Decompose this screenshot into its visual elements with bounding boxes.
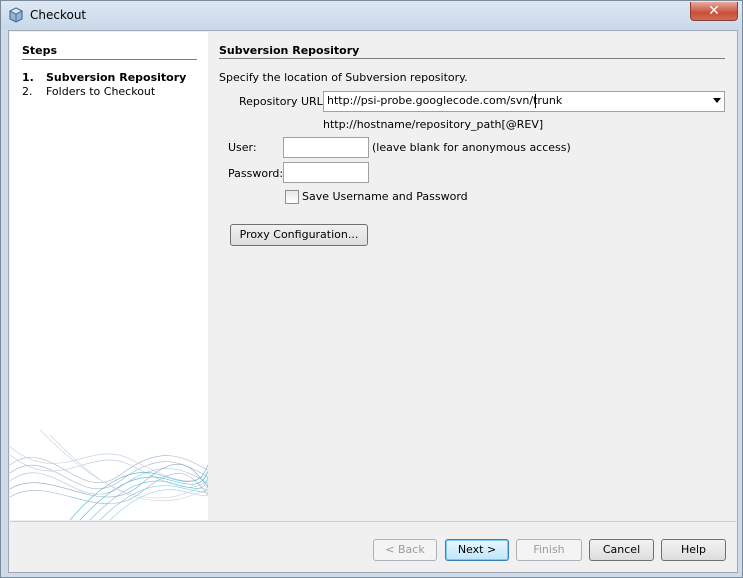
dialog-content: Steps 1. Subversion Repository 2. Folders … (8, 30, 738, 573)
user-label: User: (228, 141, 257, 154)
section-title: Subversion Repository (219, 44, 360, 57)
step-label: Subversion Repository (46, 71, 187, 84)
dropdown-arrow-icon[interactable] (713, 98, 721, 103)
repository-url-hint: http://hostname/repository_path[@REV] (323, 118, 544, 131)
title-bar[interactable]: Checkout ✕ (1, 1, 742, 29)
checkout-dialog: Checkout ✕ Steps 1. Subversion Repository… (0, 0, 743, 578)
cancel-button[interactable]: Cancel (589, 539, 654, 561)
close-icon: ✕ (708, 3, 720, 19)
next-button[interactable]: Next > (445, 539, 509, 561)
proxy-configuration-button[interactable]: Proxy Configuration... (230, 224, 368, 246)
save-credentials-checkbox[interactable] (285, 190, 299, 204)
section-divider (219, 58, 725, 59)
save-credentials-label[interactable]: Save Username and Password (302, 190, 468, 203)
user-input[interactable] (283, 137, 369, 158)
repository-url-label: Repository URL: (239, 95, 327, 108)
user-hint: (leave blank for anonymous access) (372, 141, 571, 154)
step-label: Folders to Checkout (46, 85, 156, 98)
step-number: 1. (22, 71, 34, 84)
steps-title: Steps (22, 44, 58, 57)
step-item-folders-to-checkout: 2. Folders to Checkout (22, 85, 155, 98)
text-caret (535, 94, 536, 108)
steps-panel: Steps 1. Subversion Repository 2. Folders … (10, 32, 208, 520)
app-icon (9, 7, 23, 23)
main-panel: Subversion Repository Specify the locati… (208, 32, 736, 520)
step-item-subversion-repository: 1. Subversion Repository (22, 71, 186, 84)
button-bar-divider (10, 521, 736, 522)
help-button[interactable]: Help (661, 539, 726, 561)
repository-url-value[interactable]: http://psi-probe.googlecode.com/svn/trun… (327, 94, 562, 107)
finish-button[interactable]: Finish (516, 539, 582, 561)
password-label: Password: (228, 167, 284, 180)
repository-url-combobox[interactable]: http://psi-probe.googlecode.com/svn/trun… (323, 91, 725, 112)
close-button[interactable]: ✕ (690, 2, 738, 21)
steps-divider (22, 59, 197, 60)
decorative-waves-image (10, 429, 208, 520)
step-number: 2. (22, 85, 33, 98)
password-input[interactable] (283, 162, 369, 183)
window-title: Checkout (30, 8, 87, 22)
back-button[interactable]: < Back (373, 539, 437, 561)
section-description: Specify the location of Subversion repos… (219, 71, 468, 84)
